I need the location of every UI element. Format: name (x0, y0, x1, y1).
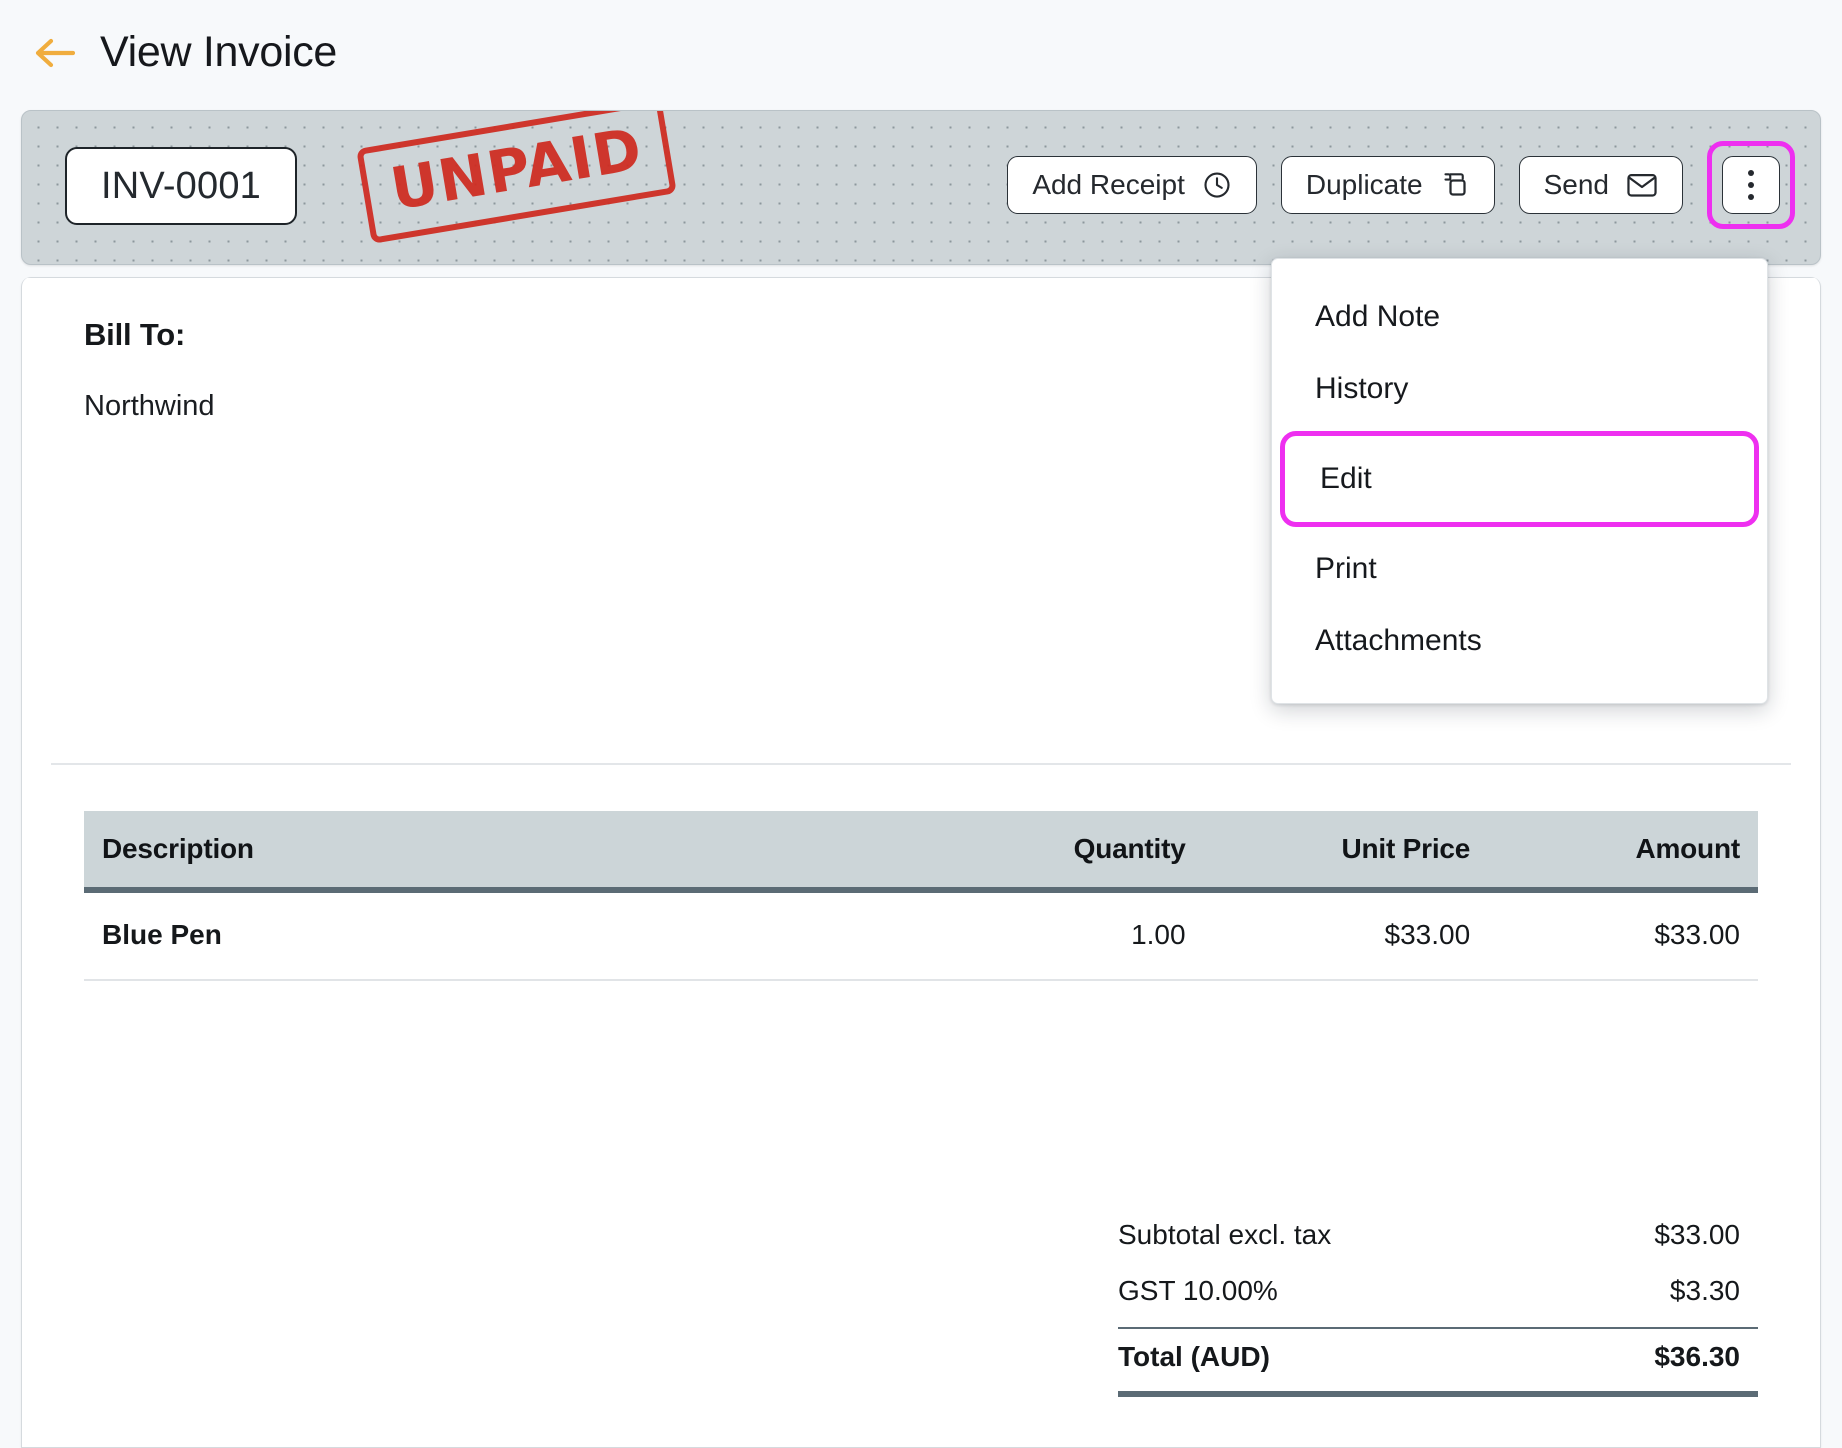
menu-item-edit[interactable]: Edit (1280, 431, 1759, 527)
unpaid-stamp: UNPAID (356, 111, 678, 244)
add-receipt-label: Add Receipt (1032, 169, 1185, 200)
banner-actions: Add Receipt Duplicate Send (1007, 141, 1795, 229)
table-row[interactable]: Blue Pen 1.00 $33.00 $33.00 (84, 890, 1758, 981)
cell-amount: $33.00 (1490, 890, 1758, 981)
clock-icon (1204, 172, 1230, 198)
subtotal-label: Subtotal excl. tax (1118, 1219, 1332, 1250)
more-actions-menu: Add Note History Edit Print Attachments (1271, 258, 1768, 704)
more-actions-highlight (1707, 141, 1795, 229)
send-button[interactable]: Send (1518, 156, 1683, 214)
back-button[interactable] (34, 32, 76, 74)
section-divider (51, 763, 1791, 765)
invoice-status-banner: INV-0001 UNPAID Add Receipt Duplicate Se… (21, 110, 1821, 265)
menu-item-attachments[interactable]: Attachments (1272, 605, 1767, 677)
tax-value: $3.30 (1669, 1275, 1740, 1306)
table-body: Blue Pen 1.00 $33.00 $33.00 (84, 890, 1758, 981)
table-head: Description Quantity Unit Price Amount (84, 811, 1758, 890)
more-actions-button[interactable] (1722, 156, 1780, 214)
tax-label: GST 10.00% (1118, 1275, 1278, 1306)
add-receipt-button[interactable]: Add Receipt (1007, 156, 1257, 214)
total-value: $36.30 (1654, 1341, 1740, 1372)
header-unit-price: Unit Price (1205, 811, 1491, 890)
menu-item-add-note[interactable]: Add Note (1272, 281, 1767, 353)
totals-gap (1118, 1397, 1758, 1447)
copy-icon (1444, 173, 1466, 196)
menu-item-print[interactable]: Print (1272, 533, 1767, 605)
duplicate-button[interactable]: Duplicate (1280, 156, 1495, 214)
top-bar: View Invoice (0, 0, 1842, 105)
invoice-view-page: View Invoice INV-0001 UNPAID Add Receipt… (0, 0, 1842, 1448)
cell-description: Blue Pen (84, 890, 921, 981)
total-row: Total (AUD) $36.30 (1118, 1329, 1758, 1385)
menu-item-history[interactable]: History (1272, 353, 1767, 425)
cell-unit-price: $33.00 (1205, 890, 1491, 981)
arrow-left-icon (35, 38, 75, 67)
total-label: Total (AUD) (1118, 1341, 1270, 1372)
envelope-icon (1627, 174, 1657, 197)
tax-row: GST 10.00% $3.30 (1118, 1263, 1758, 1319)
subtotal-value: $33.00 (1654, 1219, 1740, 1250)
line-items-table-wrap: Description Quantity Unit Price Amount B… (22, 811, 1820, 981)
subtotal-row: Subtotal excl. tax $33.00 (1118, 1207, 1758, 1263)
unpaid-stamp-text: UNPAID (385, 114, 647, 224)
invoice-number-text: INV-0001 (100, 164, 262, 207)
send-label: Send (1543, 169, 1609, 200)
header-description: Description (84, 811, 921, 890)
totals-section: Subtotal excl. tax $33.00 GST 10.00% $3.… (1118, 1207, 1758, 1447)
page-title: View Invoice (100, 28, 338, 76)
kebab-menu-icon (1748, 170, 1754, 200)
invoice-number-chip: INV-0001 (65, 147, 297, 225)
header-quantity: Quantity (921, 811, 1206, 890)
line-items-table: Description Quantity Unit Price Amount B… (84, 811, 1758, 981)
header-amount: Amount (1490, 811, 1758, 890)
table-header-row: Description Quantity Unit Price Amount (84, 811, 1758, 890)
cell-quantity: 1.00 (921, 890, 1206, 981)
duplicate-label: Duplicate (1305, 169, 1423, 200)
